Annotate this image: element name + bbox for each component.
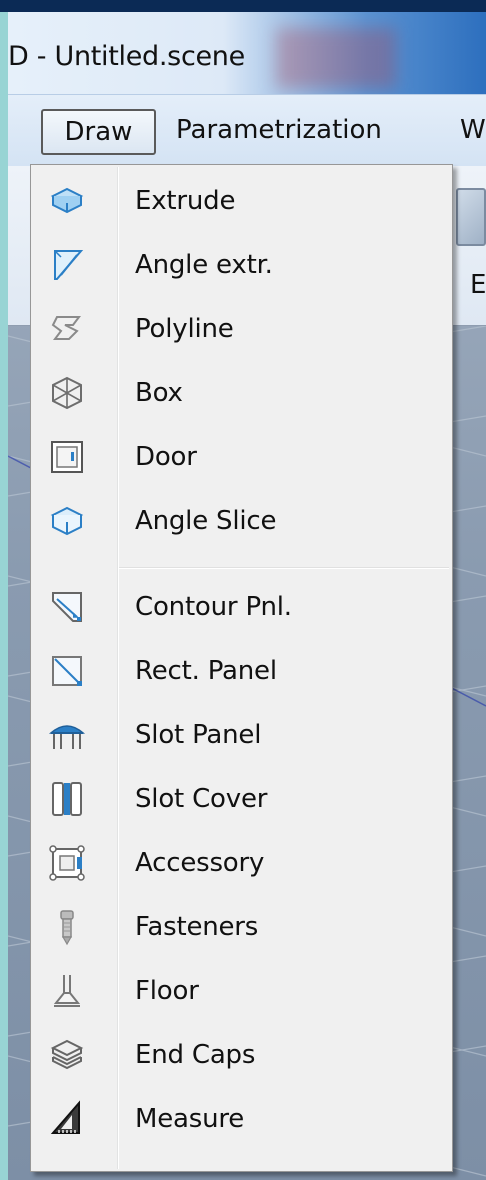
floor-icon: [45, 969, 89, 1013]
polyline-icon: [45, 307, 89, 351]
draw-dropdown-menu: Extrude Angle extr. Polyline Box Door An…: [30, 164, 453, 1172]
window-title: D - Untitled.scene: [8, 41, 245, 72]
menu-item-label: Polyline: [135, 314, 234, 344]
menu-item-label: Door: [135, 442, 197, 472]
menu-item-rect-panel[interactable]: Rect. Panel: [33, 639, 450, 703]
end-caps-icon: [45, 1033, 89, 1077]
menu-item-measure[interactable]: Measure: [33, 1087, 450, 1151]
menu-item-label: Angle extr.: [135, 250, 273, 280]
menu-item-label: Slot Cover: [135, 784, 268, 814]
menu-item-label: Floor: [135, 976, 199, 1006]
menu-item-door[interactable]: Door: [33, 425, 450, 489]
menu-draw[interactable]: Draw: [41, 109, 156, 155]
menu-parametrization[interactable]: Parametrization: [176, 109, 382, 155]
menu-item-polyline[interactable]: Polyline: [33, 297, 450, 361]
menu-item-slot-cover[interactable]: Slot Cover: [33, 767, 450, 831]
angle-slice-icon: [45, 499, 89, 543]
angle-extrude-icon: [45, 243, 89, 287]
menu-item-angle-extrude[interactable]: Angle extr.: [33, 233, 450, 297]
menu-item-label: Measure: [135, 1104, 245, 1134]
menu-item-label: Box: [135, 378, 183, 408]
menu-separator: [119, 567, 449, 569]
ribbon-extrude-icon[interactable]: [456, 188, 486, 246]
window-frame-top: [0, 0, 486, 12]
slot-cover-icon: [45, 777, 89, 821]
contour-panel-icon: [45, 585, 89, 629]
menu-item-label: Extrude: [135, 186, 236, 216]
box-icon: [45, 371, 89, 415]
menu-item-box[interactable]: Box: [33, 361, 450, 425]
accessory-icon: [45, 841, 89, 885]
menu-item-label: Contour Pnl.: [135, 592, 292, 622]
title-bar: D - Untitled.scene: [8, 12, 486, 94]
menu-item-label: End Caps: [135, 1040, 256, 1070]
menu-w[interactable]: W: [460, 109, 486, 155]
menu-item-label: Fasteners: [135, 912, 259, 942]
menu-item-label: Accessory: [135, 848, 265, 878]
menu-bar: Draw Parametrization W: [8, 94, 486, 166]
menu-item-slot-panel[interactable]: Slot Panel: [33, 703, 450, 767]
extrude-icon: [45, 179, 89, 223]
menu-item-contour-panel[interactable]: Contour Pnl.: [33, 575, 450, 639]
menu-item-end-caps[interactable]: End Caps: [33, 1023, 450, 1087]
door-icon: [45, 435, 89, 479]
menu-item-label: Slot Panel: [135, 720, 262, 750]
menu-item-label: Rect. Panel: [135, 656, 277, 686]
menu-item-angle-slice[interactable]: Angle Slice: [33, 489, 450, 553]
fasteners-icon: [45, 905, 89, 949]
menu-item-fasteners[interactable]: Fasteners: [33, 895, 450, 959]
title-bar-blur: [276, 28, 396, 88]
ribbon-label: E: [470, 270, 486, 300]
menu-item-extrude[interactable]: Extrude: [33, 169, 450, 233]
slot-panel-icon: [45, 713, 89, 757]
rect-panel-icon: [45, 649, 89, 693]
menu-item-label: Angle Slice: [135, 506, 277, 536]
menu-item-floor[interactable]: Floor: [33, 959, 450, 1023]
measure-icon: [45, 1097, 89, 1141]
menu-item-accessory[interactable]: Accessory: [33, 831, 450, 895]
